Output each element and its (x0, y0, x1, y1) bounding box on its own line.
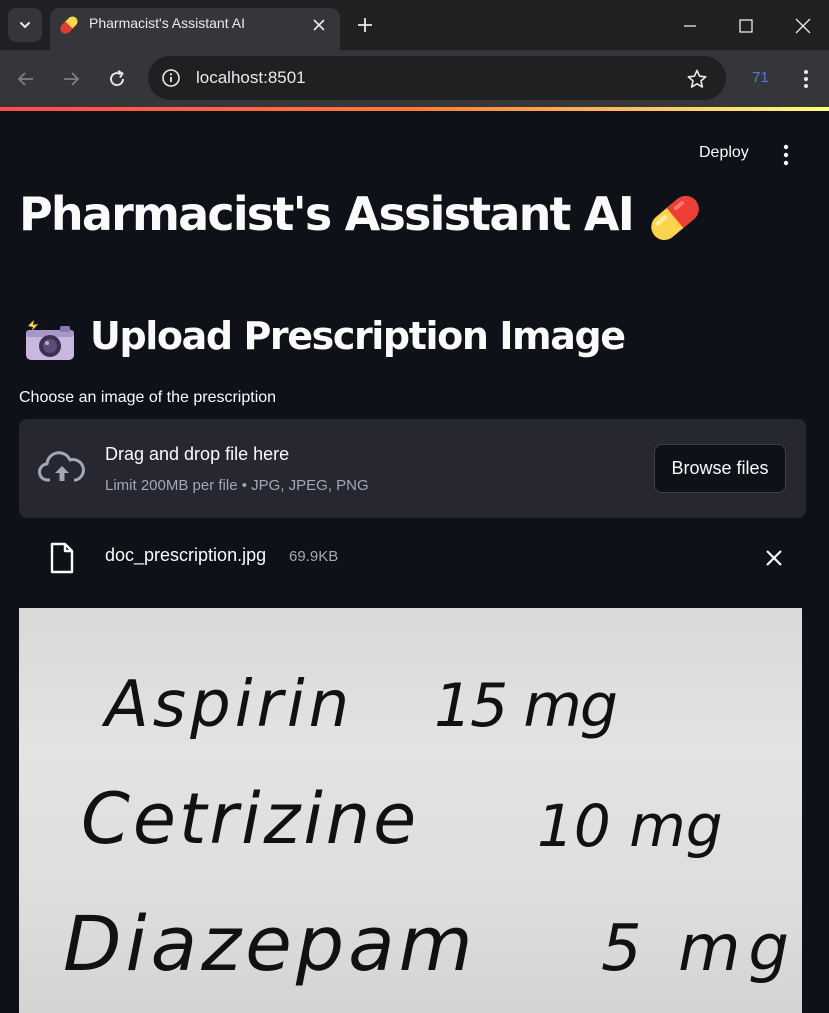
prescription-drug-3: Diazepam (63, 899, 477, 988)
app-header-decoration (0, 107, 829, 111)
section-title: Upload Prescription Image (90, 314, 626, 358)
chevron-down-icon (20, 22, 30, 29)
cloud-upload-icon (38, 451, 85, 482)
browser-tab-bar: Pharmacist's Assistant AI (0, 0, 829, 50)
reload-icon[interactable] (105, 67, 129, 91)
minimize-icon[interactable] (678, 14, 702, 38)
uploaded-file-row: doc_prescription.jpg 69.9KB (19, 535, 806, 581)
prescription-image: Aspirin 15 mg Cetrizine 10 mg Diazepam 5… (19, 608, 806, 1013)
prescription-drug-1: Aspirin (101, 668, 353, 742)
dropzone-title: Drag and drop file here (105, 444, 290, 464)
back-arrow-icon[interactable] (14, 67, 38, 91)
browser-menu-icon[interactable] (796, 67, 816, 91)
page-title: Pharmacist's Assistant AI (19, 187, 635, 241)
prescription-dose-1: 15 mg (434, 671, 616, 741)
prescription-dose-2: 10 mg (537, 792, 723, 860)
camera-flash-icon (26, 320, 74, 360)
uploader-label: Choose an image of the prescription (19, 389, 277, 406)
prescription-dose-3: 5 mg (601, 912, 797, 986)
site-info-icon[interactable] (160, 67, 182, 89)
file-icon (50, 542, 74, 574)
browse-files-button[interactable]: Browse files (654, 444, 786, 493)
file-dropzone[interactable]: Drag and drop file here Limit 200MB per … (19, 419, 806, 518)
url-text: localhost:8501 (196, 68, 306, 87)
handwritten-prescription: Aspirin 15 mg Cetrizine 10 mg Diazepam 5… (63, 668, 797, 988)
prescription-drug-2: Cetrizine (81, 778, 419, 860)
extension-badge[interactable]: 71 (752, 69, 769, 86)
image-edge (802, 608, 806, 1013)
tab-title: Pharmacist's Assistant AI (89, 15, 245, 31)
browser-toolbar: localhost:8501 71 (0, 50, 829, 108)
close-tab-icon[interactable] (310, 16, 328, 34)
app-menu-icon[interactable] (776, 142, 796, 168)
pill-favicon-icon (60, 16, 78, 34)
bookmark-star-icon[interactable] (686, 68, 708, 90)
pill-icon (651, 196, 699, 240)
tab-search-button[interactable] (8, 8, 42, 42)
new-tab-icon[interactable] (354, 14, 376, 36)
dropzone-limit-text: Limit 200MB per file • JPG, JPEG, PNG (105, 477, 369, 494)
deploy-button[interactable]: Deploy (699, 144, 749, 162)
browser-tab-active[interactable]: Pharmacist's Assistant AI (50, 8, 340, 50)
maximize-icon[interactable] (734, 14, 758, 38)
forward-arrow-icon[interactable] (59, 67, 83, 91)
remove-file-icon[interactable] (763, 547, 785, 569)
address-bar[interactable]: localhost:8501 (148, 56, 726, 100)
uploaded-file-name: doc_prescription.jpg (105, 545, 267, 565)
uploaded-file-size: 69.9KB (289, 548, 339, 565)
close-window-icon[interactable] (791, 14, 815, 38)
